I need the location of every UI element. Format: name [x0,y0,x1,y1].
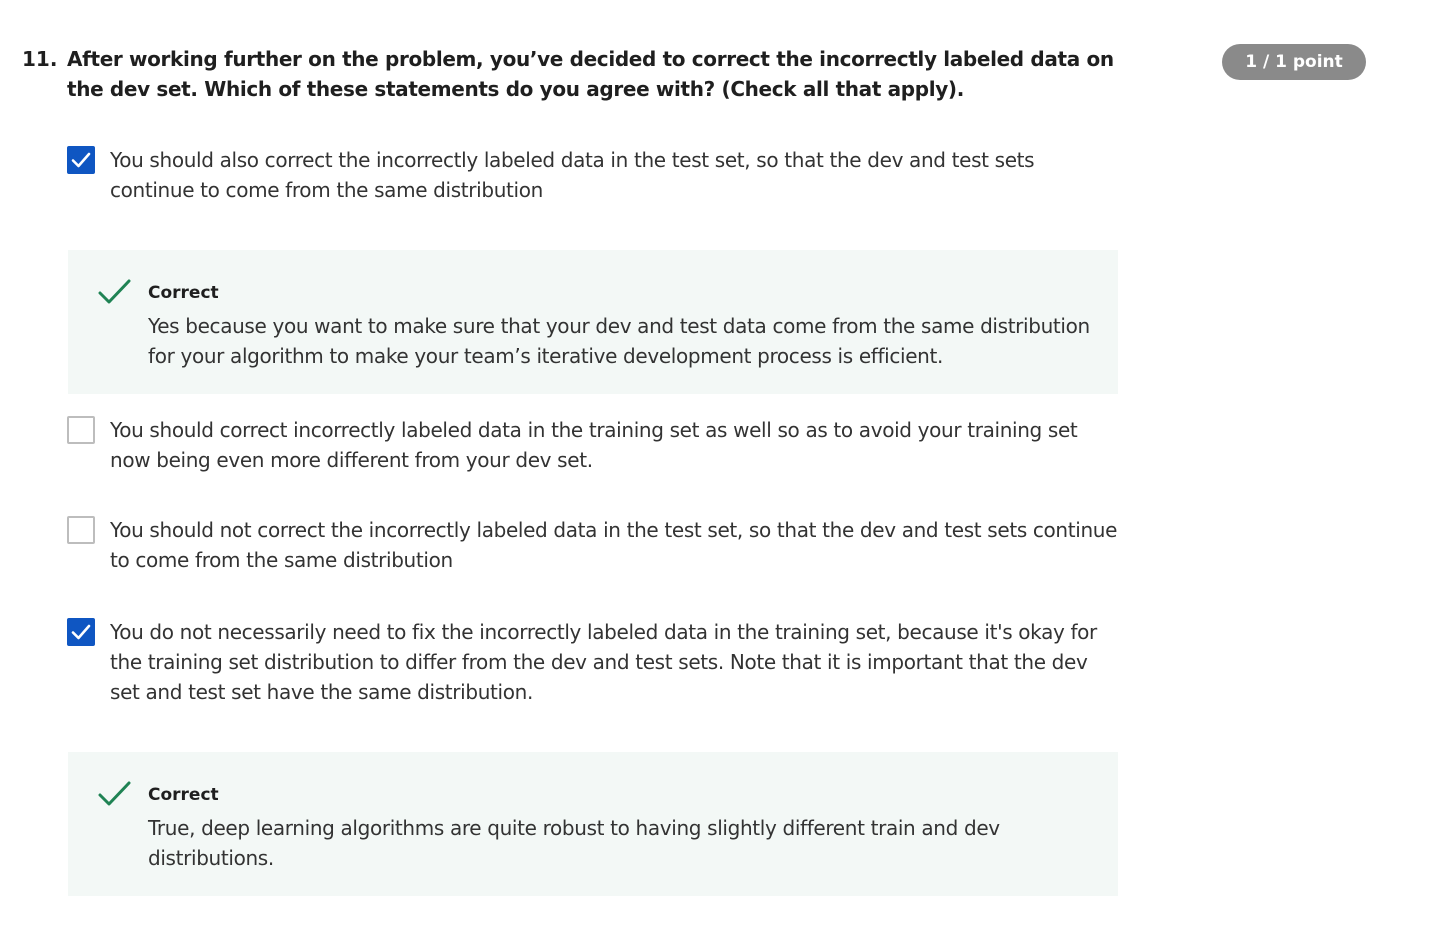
checkmark-icon [71,152,91,168]
option-2-checkbox[interactable] [67,416,95,444]
score-badge: 1 / 1 point [1222,44,1366,80]
option-4-label: You do not necessarily need to fix the i… [110,620,1097,704]
feedback-title: Correct [148,785,219,805]
feedback-text: Yes because you want to make sure that y… [148,314,1090,368]
option-1-label: You should also correct the incorrectly … [110,148,1035,202]
feedback-text: True, deep learning algorithms are quite… [148,816,1000,870]
option-4-feedback: Correct True, deep learning algorithms a… [68,752,1118,896]
question-text: After working further on the problem, yo… [67,47,1114,101]
option-1-feedback: Correct Yes because you want to make sur… [68,250,1118,394]
checkmark-icon [71,624,91,640]
correct-check-icon [98,781,131,806]
feedback-title: Correct [148,283,219,303]
option-1-checkbox[interactable] [67,146,95,174]
option-2-label: You should correct incorrectly labeled d… [110,418,1078,472]
option-4-checkbox[interactable] [67,618,95,646]
correct-check-icon [98,279,131,304]
question-number: 11. [22,47,58,71]
option-3-label: You should not correct the incorrectly l… [110,518,1118,572]
option-3-checkbox[interactable] [67,516,95,544]
